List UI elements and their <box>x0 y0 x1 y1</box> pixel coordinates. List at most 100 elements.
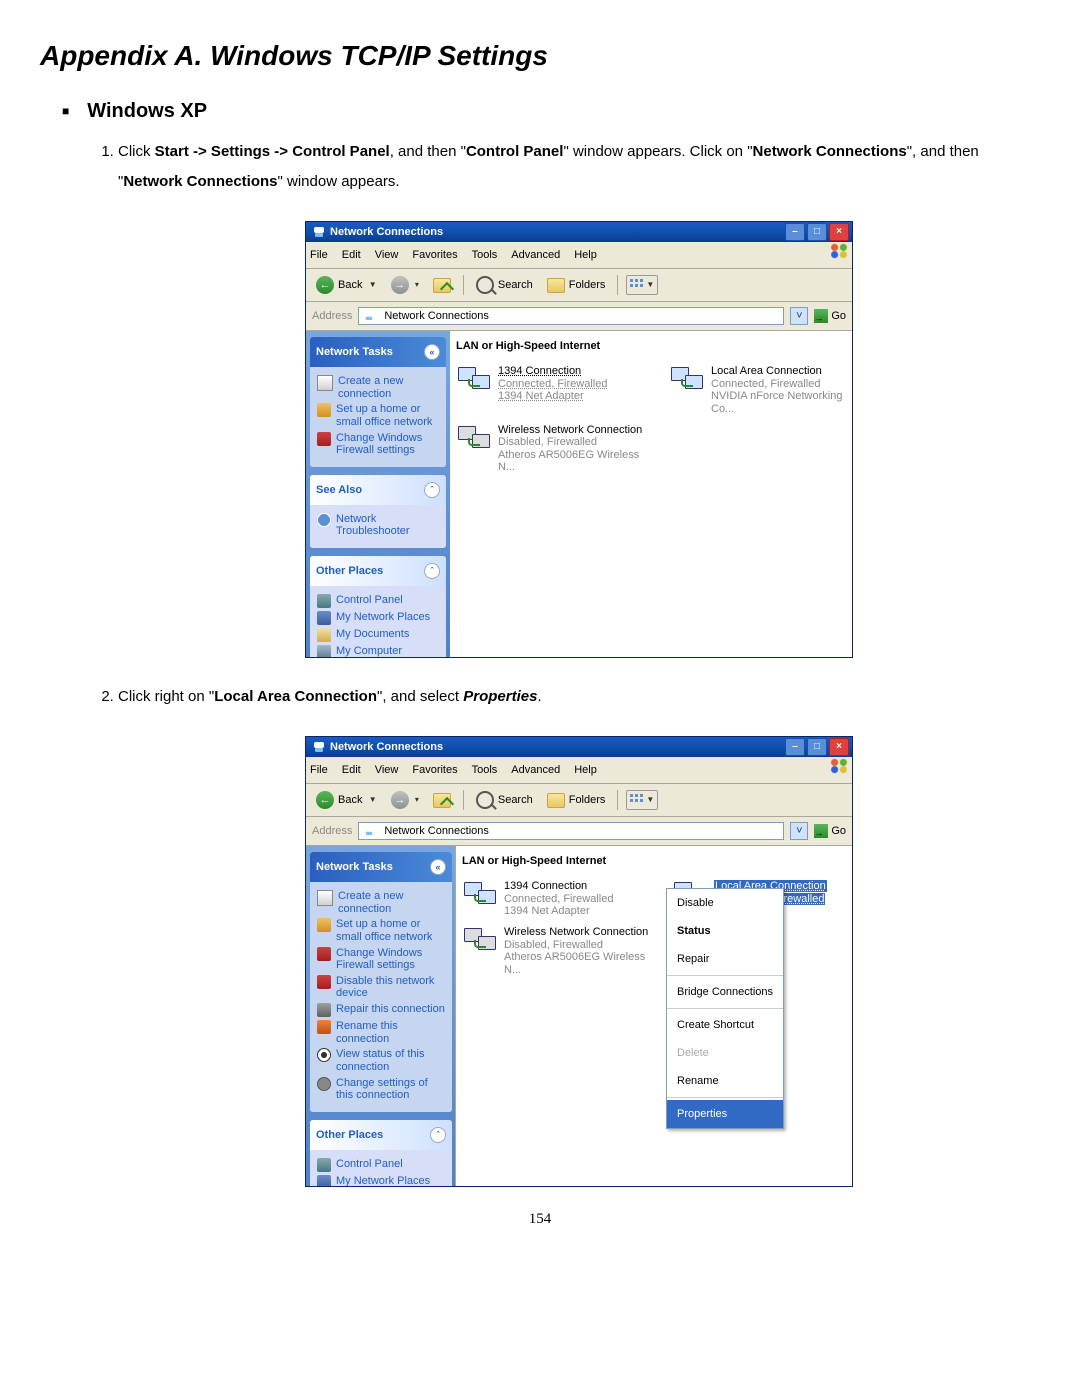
task-setup-network[interactable]: Set up a home or small office network <box>317 918 445 943</box>
panel-other-places[interactable]: Other Placesˆ <box>310 556 446 586</box>
connection-wireless[interactable]: Wireless Network Connection Disabled, Fi… <box>464 926 664 977</box>
group-header: LAN or High-Speed Internet <box>456 846 852 876</box>
views-button[interactable]: ▼ <box>626 275 658 295</box>
task-change-settings[interactable]: Change settings of this connection <box>317 1077 445 1102</box>
folders-button[interactable]: Folders <box>543 273 610 297</box>
ctx-bridge[interactable]: Bridge Connections <box>667 978 783 1006</box>
titlebar[interactable]: Network Connections – □ × <box>306 222 852 242</box>
up-button[interactable] <box>429 792 455 809</box>
ctx-delete: Delete <box>667 1039 783 1067</box>
panel-see-also[interactable]: See Alsoˆ <box>310 475 446 505</box>
folders-button[interactable]: Folders <box>543 788 610 812</box>
menu-view[interactable]: View <box>375 759 399 781</box>
task-create-connection[interactable]: Create a new connection <box>317 375 439 400</box>
connection-icon <box>458 424 492 454</box>
task-setup-network[interactable]: Set up a home or small office network <box>317 403 439 428</box>
link-network-places[interactable]: My Network Places <box>317 611 439 625</box>
menu-tools[interactable]: Tools <box>472 759 498 781</box>
titlebar[interactable]: Network Connections – □ × <box>306 737 852 757</box>
connection-1394[interactable]: 1394 Connection Connected, Firewalled 13… <box>458 365 631 416</box>
panel-network-tasks[interactable]: Network Tasks« <box>310 852 452 882</box>
link-troubleshooter[interactable]: Network Troubleshooter <box>317 513 439 538</box>
step-1: Click Start -> Settings -> Control Panel… <box>118 137 1040 658</box>
folder-icon <box>547 278 565 293</box>
link-my-computer[interactable]: My Computer <box>317 645 439 657</box>
step-2: Click right on "Local Area Connection", … <box>118 682 1040 1187</box>
app-icon <box>312 225 326 239</box>
ctx-shortcut[interactable]: Create Shortcut <box>667 1011 783 1039</box>
task-firewall[interactable]: Change Windows Firewall settings <box>317 947 445 972</box>
menu-edit[interactable]: Edit <box>342 244 361 266</box>
menu-file[interactable]: File <box>310 759 328 781</box>
main-area: LAN or High-Speed Internet 1394 Connecti… <box>450 331 852 657</box>
window-network-connections-2: Network Connections – □ × File Edit View… <box>305 736 853 1187</box>
collapse-icon[interactable]: ˆ <box>430 1127 446 1143</box>
ctx-repair[interactable]: Repair <box>667 945 783 973</box>
task-rename[interactable]: Rename this connection <box>317 1020 445 1045</box>
task-repair[interactable]: Repair this connection <box>317 1003 445 1017</box>
collapse-icon[interactable]: ˆ <box>424 563 440 579</box>
menu-view[interactable]: View <box>375 244 399 266</box>
menu-favorites[interactable]: Favorites <box>412 244 457 266</box>
collapse-icon[interactable]: ˆ <box>424 482 440 498</box>
side-panel: Network Tasks« Create a new connection S… <box>306 846 456 1186</box>
link-control-panel[interactable]: Control Panel <box>317 1158 445 1172</box>
window-close-button[interactable]: × <box>829 223 849 241</box>
address-dropdown[interactable]: ˅ <box>790 307 808 325</box>
up-button[interactable] <box>429 277 455 294</box>
window-maximize-button[interactable]: □ <box>807 738 827 756</box>
main-area: LAN or High-Speed Internet 1394 Connecti… <box>456 846 852 1186</box>
menu-file[interactable]: File <box>310 244 328 266</box>
task-view-status[interactable]: View status of this connection <box>317 1048 445 1073</box>
ctx-rename[interactable]: Rename <box>667 1067 783 1095</box>
link-network-places[interactable]: My Network Places <box>317 1175 445 1186</box>
connection-lan[interactable]: Local Area Connection Connected, Firewal… <box>671 365 844 416</box>
window-maximize-button[interactable]: □ <box>807 223 827 241</box>
connection-wireless[interactable]: Wireless Network Connection Disabled, Fi… <box>458 424 658 475</box>
task-disable-device[interactable]: Disable this network device <box>317 975 445 1000</box>
menu-help[interactable]: Help <box>574 759 597 781</box>
task-firewall[interactable]: Change Windows Firewall settings <box>317 432 439 457</box>
menubar: File Edit View Favorites Tools Advanced … <box>306 242 852 269</box>
windows-logo-icon <box>828 242 850 260</box>
menu-favorites[interactable]: Favorites <box>412 759 457 781</box>
ctx-disable[interactable]: Disable <box>667 889 783 917</box>
search-button[interactable]: Search <box>472 788 537 812</box>
link-my-documents[interactable]: My Documents <box>317 628 439 642</box>
address-label: Address <box>312 820 352 842</box>
menu-tools[interactable]: Tools <box>472 244 498 266</box>
page-number: 154 <box>40 1211 1040 1228</box>
link-control-panel[interactable]: Control Panel <box>317 594 439 608</box>
panel-other-places[interactable]: Other Placesˆ <box>310 1120 452 1150</box>
address-icon <box>364 310 375 321</box>
windows-logo-icon <box>828 757 850 775</box>
search-button[interactable]: Search <box>472 273 537 297</box>
ctx-status[interactable]: Status <box>667 917 783 945</box>
address-field[interactable]: Network Connections <box>358 307 784 325</box>
window-close-button[interactable]: × <box>829 738 849 756</box>
context-menu: Disable Status Repair Bridge Connections… <box>666 888 784 1129</box>
menu-help[interactable]: Help <box>574 244 597 266</box>
ctx-properties[interactable]: Properties <box>667 1100 783 1128</box>
address-dropdown[interactable]: ˅ <box>790 822 808 840</box>
address-field[interactable]: Network Connections <box>358 822 784 840</box>
panel-network-tasks[interactable]: Network Tasks« <box>310 337 446 367</box>
collapse-icon[interactable]: « <box>430 859 446 875</box>
go-button[interactable]: →Go <box>814 820 846 842</box>
task-create-connection[interactable]: Create a new connection <box>317 890 445 915</box>
window-minimize-button[interactable]: – <box>785 223 805 241</box>
forward-button[interactable]: → ▾ <box>387 790 423 810</box>
connection-1394[interactable]: 1394 Connection Connected, Firewalled 13… <box>464 880 634 918</box>
back-button[interactable]: ←Back ▼ <box>312 788 381 812</box>
menu-advanced[interactable]: Advanced <box>511 759 560 781</box>
forward-button[interactable]: → ▾ <box>387 275 423 295</box>
connection-icon <box>464 926 498 956</box>
back-button[interactable]: ←Back ▼ <box>312 273 381 297</box>
menu-advanced[interactable]: Advanced <box>511 244 560 266</box>
collapse-icon[interactable]: « <box>424 344 440 360</box>
go-button[interactable]: →Go <box>814 305 846 327</box>
window-minimize-button[interactable]: – <box>785 738 805 756</box>
connection-icon <box>458 365 492 395</box>
views-button[interactable]: ▼ <box>626 790 658 810</box>
menu-edit[interactable]: Edit <box>342 759 361 781</box>
